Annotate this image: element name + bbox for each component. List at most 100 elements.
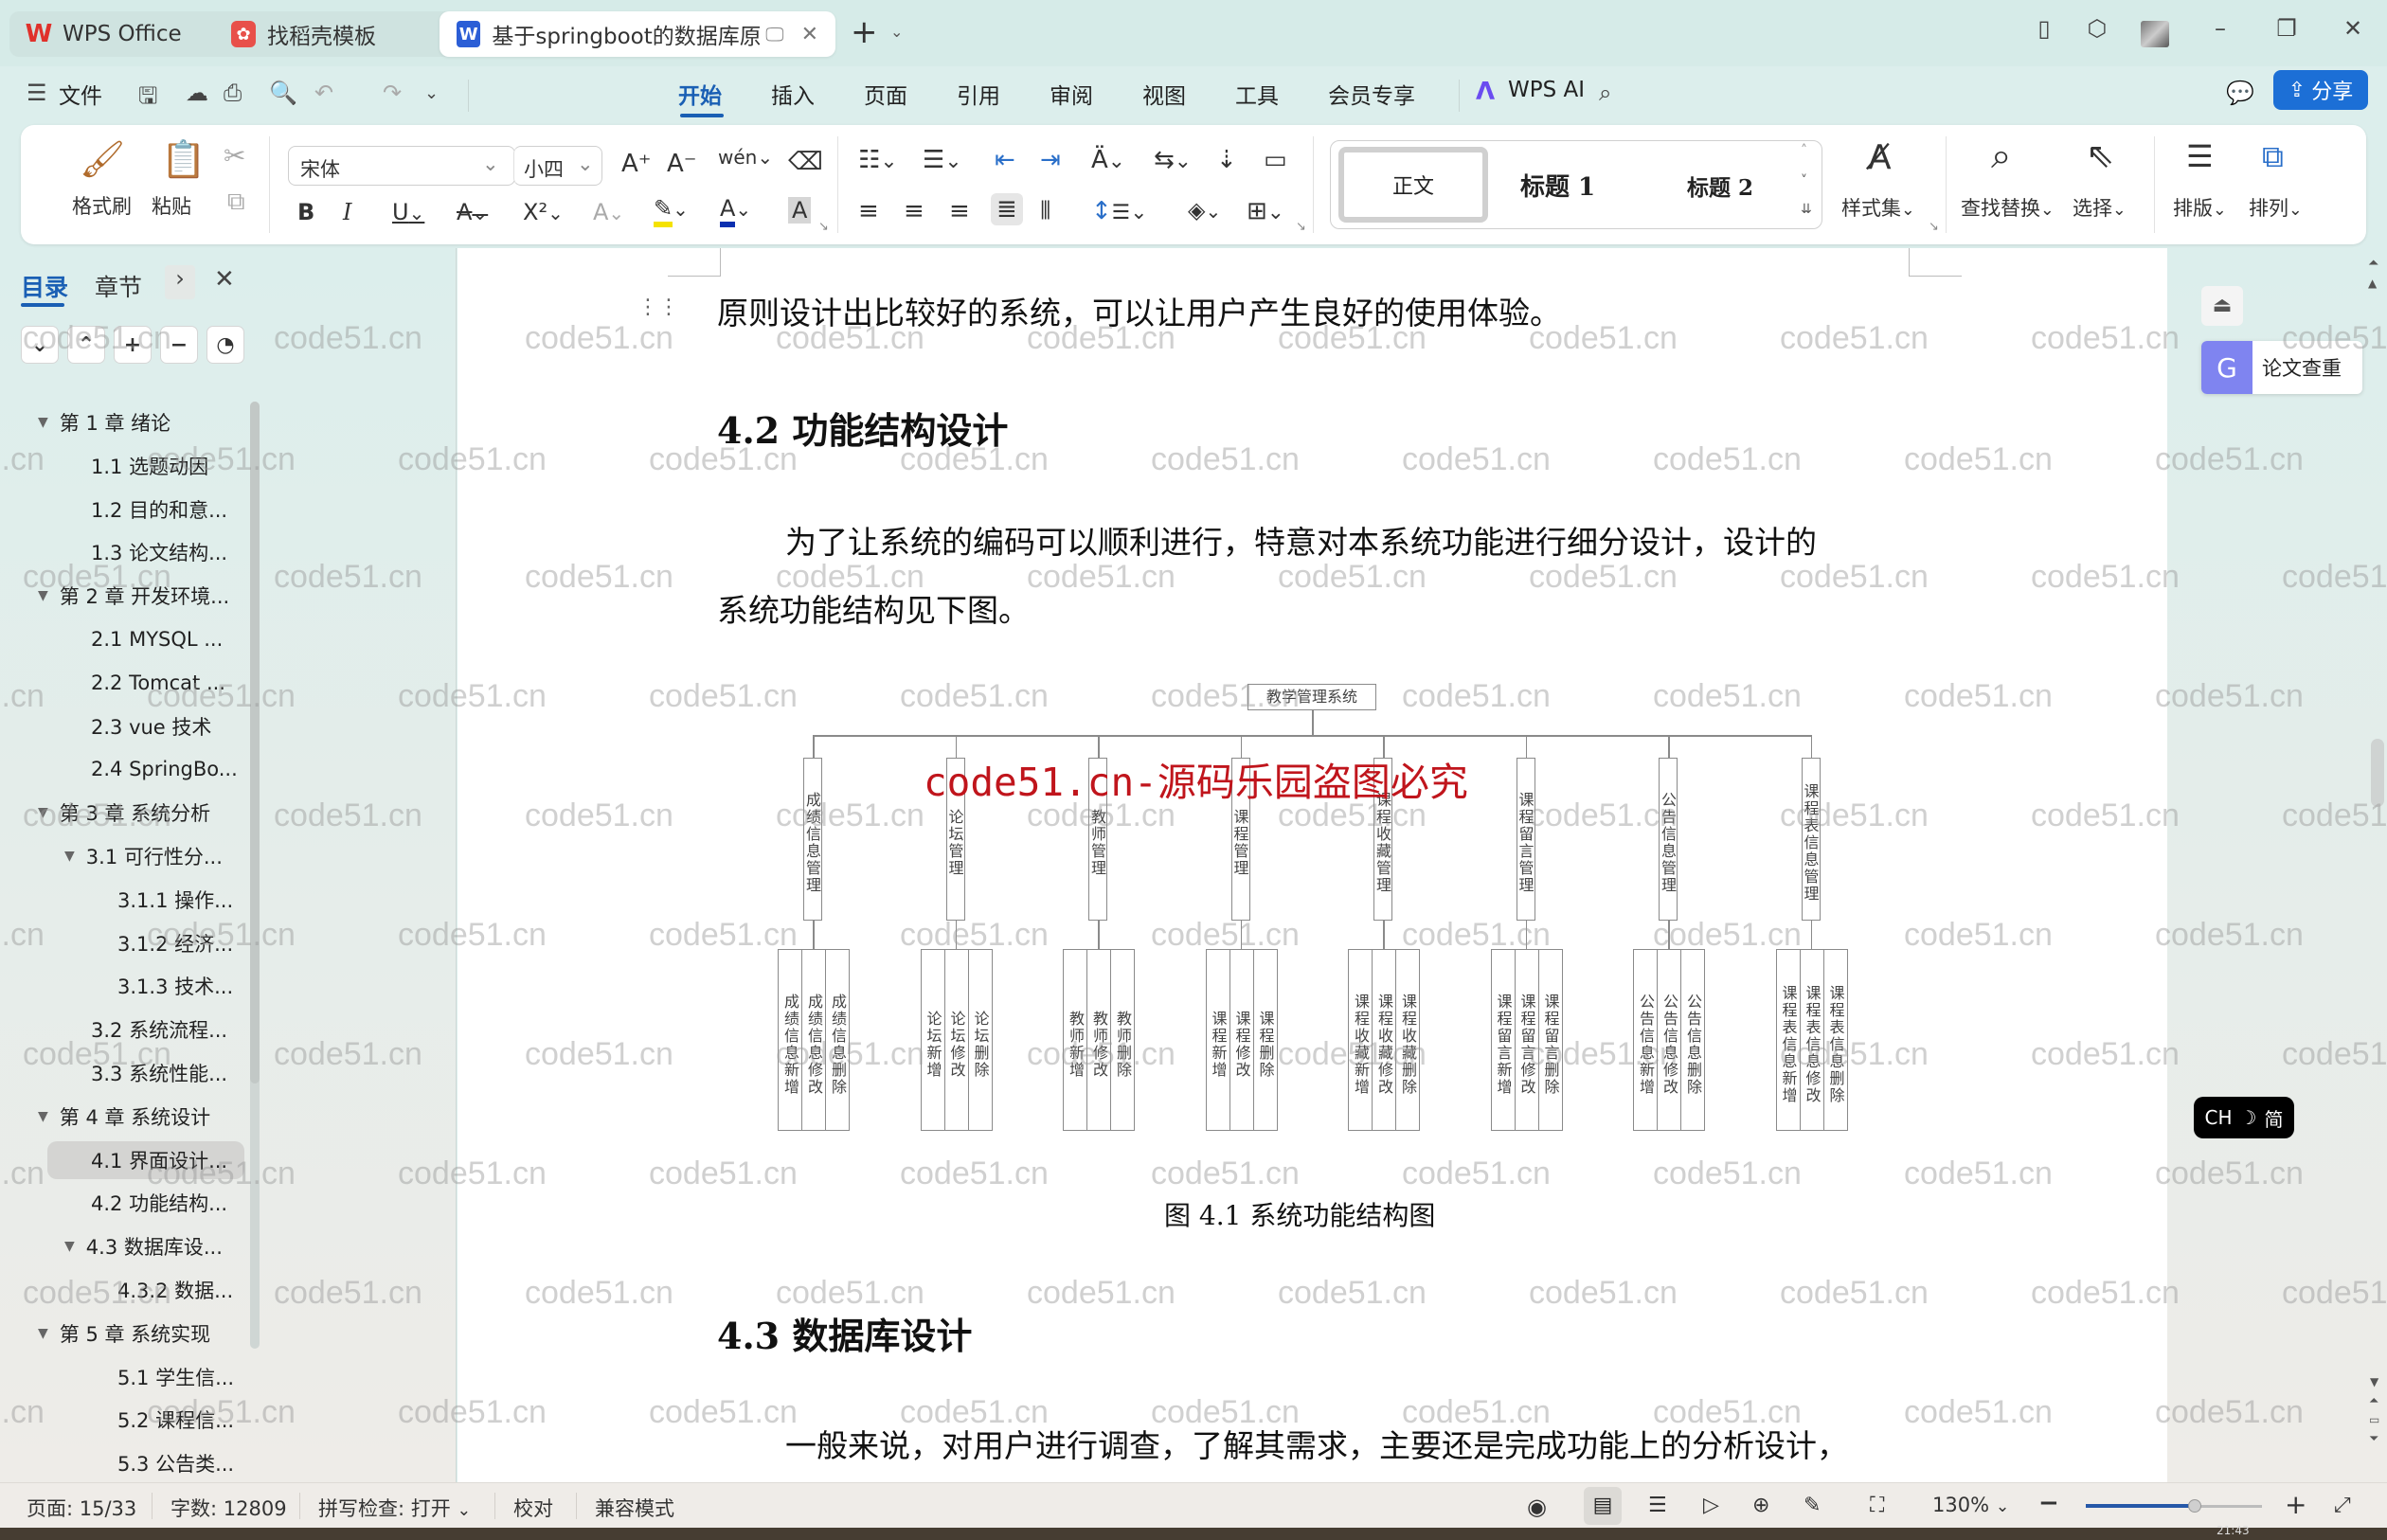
increase-indent-button[interactable]: ⇥ <box>1040 146 1061 174</box>
char-spacing-button[interactable]: Ä⌄ <box>1091 146 1125 174</box>
expand-caret-icon[interactable]: ▼ <box>64 1239 75 1254</box>
word-count[interactable]: 字数: 12809 <box>170 1494 287 1522</box>
toc-item[interactable]: 2.1 MYSQL ... <box>91 620 223 658</box>
toc-collapse-all-button[interactable]: ⌄ <box>21 326 59 364</box>
expand-caret-icon[interactable]: ▼ <box>38 415 48 430</box>
zoom-slider-thumb[interactable] <box>2188 1499 2202 1513</box>
copy-icon[interactable]: ⧉ <box>227 188 245 217</box>
document-scrollbar-thumb[interactable] <box>2371 739 2384 807</box>
borders-button[interactable]: ⊞⌄ <box>1247 197 1284 225</box>
toc-item[interactable]: ▼ 第 2 章 开发环境... <box>38 577 229 615</box>
arrange-icon[interactable]: ⧉ <box>2262 138 2284 175</box>
toc-item[interactable]: ▼ 第 3 章 系统分析 <box>38 794 210 832</box>
new-tab-icon[interactable]: + <box>851 13 878 51</box>
collapse-panel-icon[interactable]: ⏏ <box>2201 286 2243 326</box>
page-indicator[interactable]: 页面: 15/33 <box>27 1494 136 1522</box>
menu-home[interactable]: 开始 <box>678 78 722 110</box>
bold-button[interactable]: B <box>297 199 314 225</box>
tab-document[interactable]: W 基于springboot的数据库原理 🖵 ✕ <box>440 11 835 57</box>
toc-item[interactable]: 3.2 系统流程... <box>91 1011 227 1048</box>
highlight-button[interactable]: ✎⌄ <box>654 195 689 227</box>
paragraph-dialog-launcher-icon[interactable]: ↘ <box>1296 220 1306 234</box>
monitor-icon[interactable]: 🖵 <box>765 23 783 45</box>
expand-caret-icon[interactable]: ▼ <box>38 1326 48 1341</box>
paste-button[interactable]: 粘贴 <box>152 191 191 220</box>
distributed-align-button[interactable]: ⦀ <box>1040 197 1050 226</box>
toc-item[interactable]: 2.2 Tomcat ... <box>91 664 225 702</box>
document-canvas[interactable]: ⋮⋮ 原则设计出比较好的系统，可以让用户产生良好的使用体验。 4.2 功能结构设… <box>458 248 2167 1482</box>
toc-remove-button[interactable]: − <box>160 326 198 364</box>
toc-scrollbar-thumb[interactable] <box>250 402 260 1083</box>
fit-page-icon[interactable]: ⛶ <box>1870 1494 1884 1517</box>
styles-scroll-down-icon[interactable]: ˅ <box>1801 173 1807 188</box>
font-color-button[interactable]: A⌄ <box>720 195 751 227</box>
expand-caret-icon[interactable]: ▼ <box>38 805 48 820</box>
minimize-button[interactable]: – <box>2201 15 2239 42</box>
tab-list-chevron-icon[interactable]: ⌄ <box>890 23 903 41</box>
share-button[interactable]: ⇪ 分享 <box>2273 70 2368 110</box>
justify-button[interactable]: ≣ <box>991 193 1023 225</box>
style-normal[interactable]: 正文 <box>1338 147 1488 223</box>
toc-item[interactable]: 1.3 论文结构... <box>91 533 227 571</box>
toc-item[interactable]: 5.2 课程信... <box>117 1401 234 1439</box>
strikethrough-button[interactable]: A⌄ <box>457 199 488 225</box>
align-right-button[interactable]: ≡ <box>949 197 970 225</box>
align-left-button[interactable]: ≡ <box>858 197 879 225</box>
tab-docer-templates[interactable]: ✿ 找稻壳模板 <box>214 11 432 57</box>
toc-expand-up-button[interactable]: ⌃ <box>67 326 105 364</box>
style-set-icon[interactable]: A̸ <box>1868 138 1892 177</box>
close-window-button[interactable]: ✕ <box>2334 15 2372 42</box>
expand-pane-chevron-icon[interactable]: › <box>165 265 195 299</box>
sort-button[interactable]: ⇣ <box>1216 146 1237 174</box>
close-pane-icon[interactable]: ✕ <box>214 265 235 294</box>
menu-references[interactable]: 引用 <box>957 78 1000 110</box>
style-heading-2[interactable]: 标题 2 <box>1687 170 1753 202</box>
text-effect-button[interactable]: A⌄ <box>593 199 624 225</box>
shading-button[interactable]: ◈⌄ <box>1188 197 1221 224</box>
style-set-button[interactable]: 样式集⌄ <box>1841 193 1915 222</box>
toc-item[interactable]: 1.2 目的和意... <box>91 491 227 528</box>
line-spacing-button[interactable]: ↕☰⌄ <box>1091 197 1147 225</box>
paper-check-button[interactable]: G 论文查重 <box>2201 341 2362 394</box>
text-direction-button[interactable]: ⇆⌄ <box>1154 146 1192 174</box>
styles-expand-icon[interactable]: ⇊ <box>1801 202 1812 217</box>
user-avatar[interactable] <box>2141 21 2169 47</box>
toc-item[interactable]: 5.3 公告类... <box>117 1444 234 1482</box>
toc-item[interactable]: 3.1.2 经济... <box>117 924 233 962</box>
fullscreen-icon[interactable]: ⤢ <box>2334 1494 2351 1517</box>
shrink-font-button[interactable]: A⁻ <box>667 150 697 178</box>
print-preview-icon[interactable]: 🔍 <box>269 80 297 106</box>
wps-ai-button[interactable]: WPS AI <box>1508 78 1585 102</box>
toc-item[interactable]: 2.3 vue 技术 <box>91 707 211 745</box>
previous-page-icon[interactable]: ⏶ <box>2369 1394 2378 1408</box>
eye-protection-icon[interactable]: ◉ <box>1527 1494 1547 1520</box>
numbered-list-button[interactable]: ☰⌄ <box>923 146 961 174</box>
select-button[interactable]: 选择⌄ <box>2073 193 2127 222</box>
bullet-list-button[interactable]: ☷⌄ <box>858 146 897 174</box>
ime-indicator[interactable]: CH ☽ 简 <box>2194 1097 2294 1138</box>
clear-format-icon[interactable]: ⌫ <box>788 148 823 176</box>
undo-icon[interactable]: ↶ <box>314 80 333 106</box>
scroll-up-icon[interactable]: ▲ <box>2368 277 2377 290</box>
select-cursor-icon[interactable]: ⇖ <box>2086 136 2114 175</box>
toc-item[interactable]: 2.4 SpringBo... <box>91 750 238 788</box>
expand-caret-icon[interactable]: ▼ <box>38 588 48 603</box>
ruler-toggle-button[interactable]: ▭ <box>1264 146 1287 174</box>
outline-view-icon[interactable]: ☰ <box>1648 1494 1667 1517</box>
save-icon[interactable]: 🖫 <box>138 80 157 118</box>
expand-caret-icon[interactable]: ▼ <box>38 1109 48 1124</box>
grow-font-button[interactable]: A⁺ <box>621 150 652 178</box>
toc-add-button[interactable]: + <box>114 326 152 364</box>
proofread-button[interactable]: 校对 <box>513 1494 553 1522</box>
search-icon[interactable]: ⌕ <box>1599 80 1611 106</box>
paste-icon[interactable]: 📋 <box>161 138 206 181</box>
scroll-top-icon[interactable]: ⏶ <box>2368 256 2378 271</box>
underline-button[interactable]: U⌄ <box>392 199 424 225</box>
style-heading-1[interactable]: 标题 1 <box>1520 168 1595 203</box>
arrange-button[interactable]: 排列⌄ <box>2249 193 2303 222</box>
styles-scroll-up-icon[interactable]: ˄ <box>1801 143 1807 158</box>
next-page-icon[interactable]: ⏷ <box>2369 1432 2378 1446</box>
find-replace-button[interactable]: 查找替换⌄ <box>1961 193 2055 222</box>
tablet-mode-icon[interactable]: ▯ <box>2025 15 2063 42</box>
select-browse-object-icon[interactable]: ▭ <box>2369 1413 2379 1426</box>
